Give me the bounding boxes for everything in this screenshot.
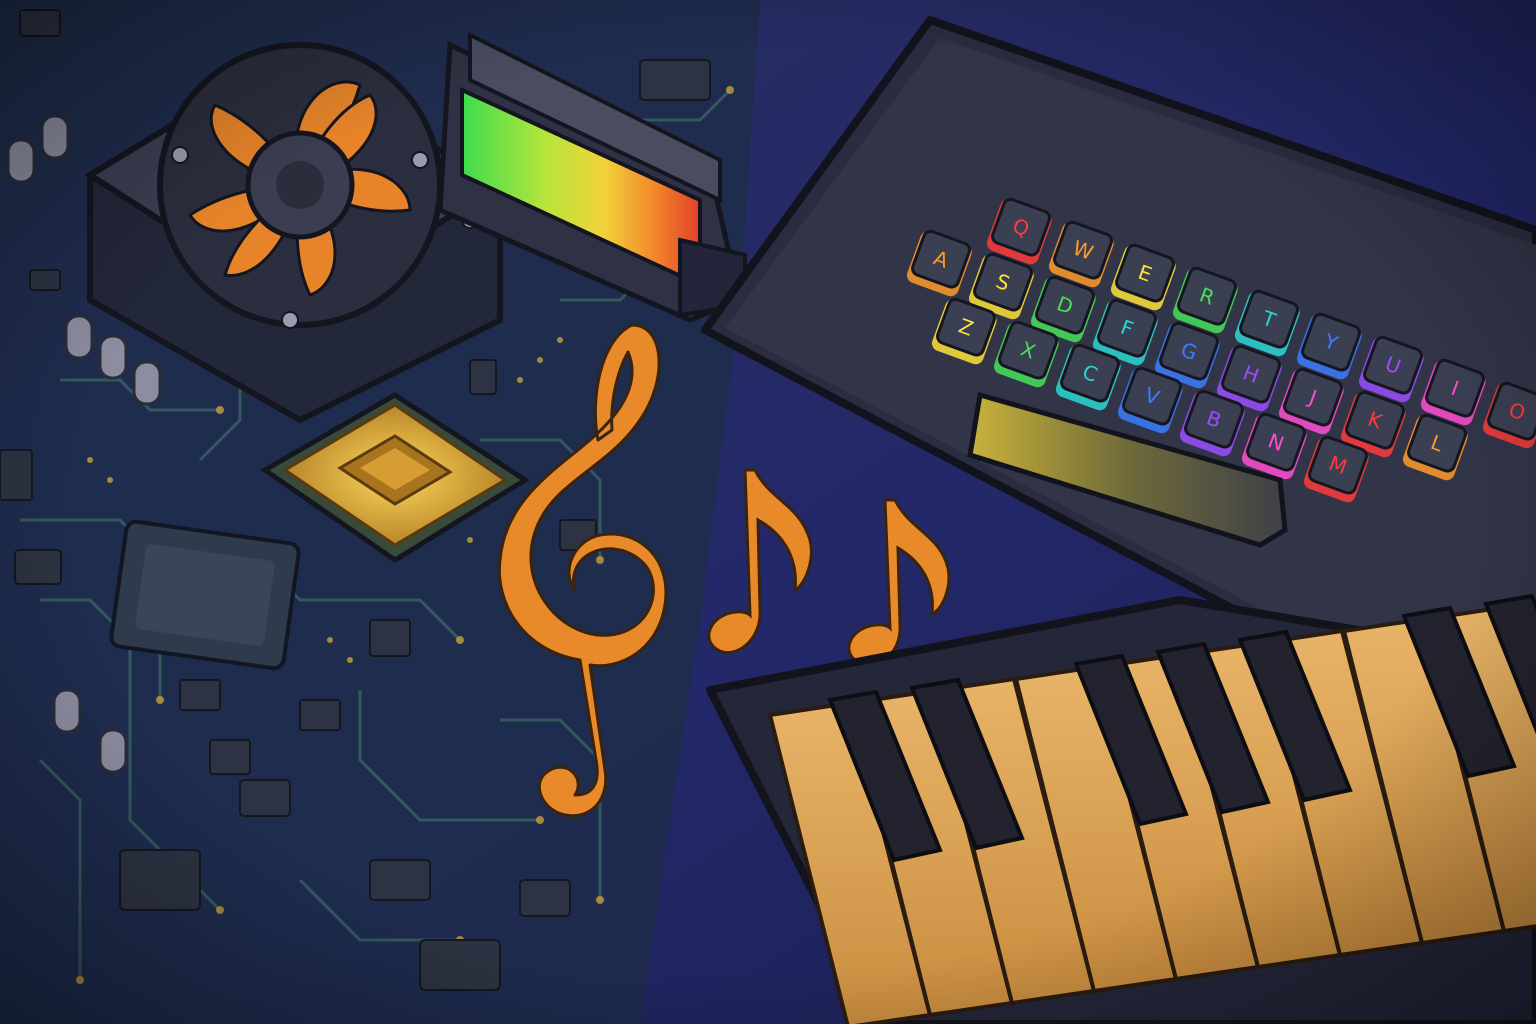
controller-chip xyxy=(109,519,301,671)
computer-music-scene: QWERTYUIOPASDFGHJKLZXCVBNM xyxy=(0,0,1536,1024)
